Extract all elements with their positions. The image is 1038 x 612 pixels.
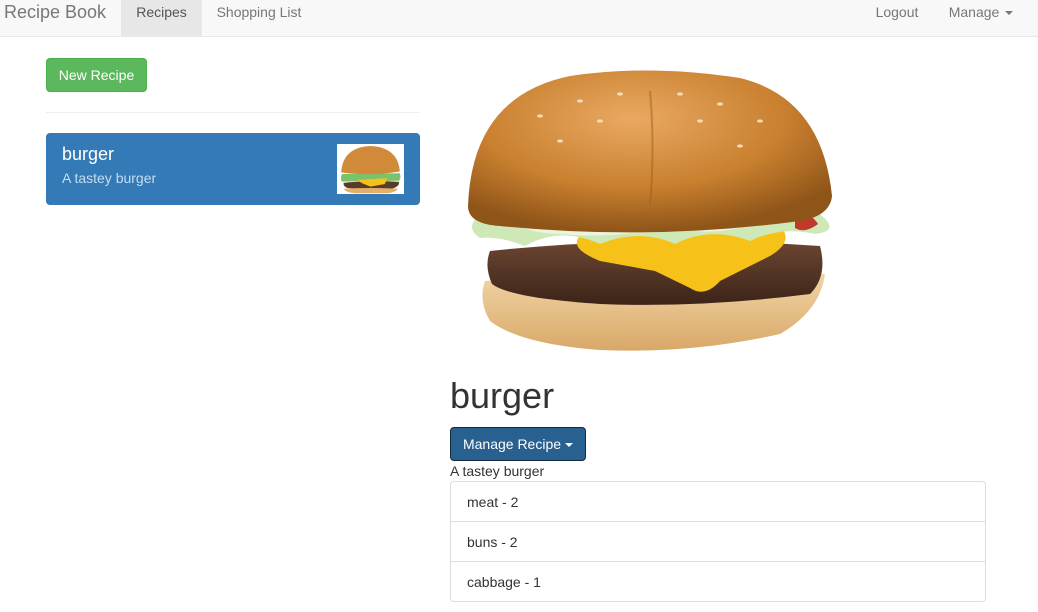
recipe-image — [450, 66, 850, 356]
manage-recipe-label: Manage Recipe — [462, 436, 562, 452]
recipe-item-name: burger — [62, 144, 115, 164]
nav-manage-dropdown[interactable]: Manage — [934, 0, 1028, 37]
divider — [46, 112, 420, 113]
caret-down-icon — [1005, 11, 1014, 16]
recipe-thumbnail — [337, 144, 404, 194]
ingredient-item[interactable]: meat - 2 — [450, 481, 986, 522]
top-navbar: Recipe Book Recipes Shopping List Logout… — [0, 0, 1038, 37]
recipe-description: A tastey burger — [450, 463, 545, 479]
nav-recipes[interactable]: Recipes — [121, 0, 202, 37]
recipe-title: burger — [450, 375, 555, 416]
brand-link[interactable]: Recipe Book — [4, 0, 106, 25]
manage-recipe-button[interactable]: Manage Recipe — [450, 427, 586, 461]
nav-shopping-list[interactable]: Shopping List — [202, 0, 316, 37]
new-recipe-button[interactable]: New Recipe — [46, 58, 147, 92]
ingredient-item[interactable]: buns - 2 — [450, 521, 986, 562]
ingredient-item[interactable]: cabbage - 1 — [450, 561, 986, 602]
ingredient-list: meat - 2 buns - 2 cabbage - 1 — [450, 481, 986, 602]
nav-manage-label: Manage — [948, 4, 1000, 20]
nav-logout[interactable]: Logout — [862, 0, 932, 37]
recipe-item-description: A tastey burger — [62, 170, 157, 186]
recipe-list-item[interactable]: burger A tastey burger — [46, 133, 420, 205]
caret-down-icon — [565, 443, 574, 448]
